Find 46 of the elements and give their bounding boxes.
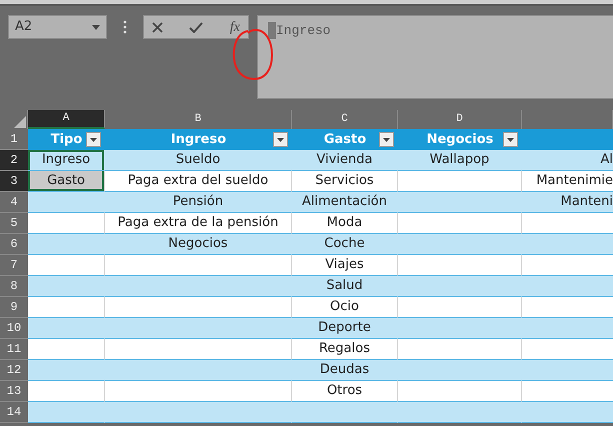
header-cell-text: Negocios xyxy=(426,130,494,149)
table-cell: Moda xyxy=(292,213,398,234)
filter-button[interactable] xyxy=(273,132,288,147)
name-box[interactable]: A2 xyxy=(8,15,107,39)
header-cell-text: Tipo xyxy=(50,130,82,149)
table-cell: Paga extra del sueldo xyxy=(105,171,292,192)
filter-button[interactable] xyxy=(503,132,518,147)
table-cell: Al xyxy=(522,150,613,171)
text-cursor xyxy=(268,22,276,40)
table-cell: Regalos xyxy=(292,339,398,360)
row-header[interactable]: 2 xyxy=(0,150,28,171)
table-cell: Mantenimie xyxy=(522,171,613,192)
dropdown-arrow-icon xyxy=(507,138,514,142)
dropdown-arrow-icon xyxy=(90,138,97,142)
table-cell: Negocios xyxy=(105,234,292,255)
table-cell: Gasto xyxy=(28,171,105,192)
cancel-icon[interactable] xyxy=(152,22,163,32)
header-cell-text: Gasto xyxy=(324,130,366,149)
table-cell: Wallapop xyxy=(398,150,522,171)
table-cell: Ocio xyxy=(292,297,398,318)
dropdown-arrow-icon xyxy=(277,138,284,142)
table-cell: Viajes xyxy=(292,255,398,276)
dropdown-caret-icon xyxy=(92,24,100,30)
row-header[interactable]: 3 xyxy=(0,171,28,192)
table-cell: Ingreso xyxy=(28,150,105,171)
more-options-icon[interactable] xyxy=(123,20,127,34)
table-cell: Vivienda xyxy=(292,150,398,171)
dropdown-arrow-icon xyxy=(383,138,390,142)
filter-button[interactable] xyxy=(379,132,394,147)
table-cell: Deporte xyxy=(292,318,398,339)
table-cell: Manteni xyxy=(522,192,613,213)
table-cell: Sueldo xyxy=(105,150,292,171)
formula-input-field[interactable]: Ingreso xyxy=(257,15,613,99)
table-cell: Paga extra de la pensión xyxy=(105,213,292,234)
table-cell: Otros xyxy=(292,381,398,402)
insert-function-button[interactable]: fx xyxy=(230,16,240,38)
checkmark-icon[interactable] xyxy=(189,22,204,32)
filter-button[interactable] xyxy=(86,132,101,147)
table-cell: Pensión xyxy=(105,192,292,213)
column-header[interactable]: A xyxy=(28,110,105,129)
header-cell-text: Ingreso xyxy=(170,130,226,149)
table-cell: Coche xyxy=(292,234,398,255)
table-cell: Deudas xyxy=(292,360,398,381)
table-cell: Alimentación xyxy=(292,192,398,213)
table-cell: Servicios xyxy=(292,171,398,192)
table-cell: Salud xyxy=(292,276,398,297)
